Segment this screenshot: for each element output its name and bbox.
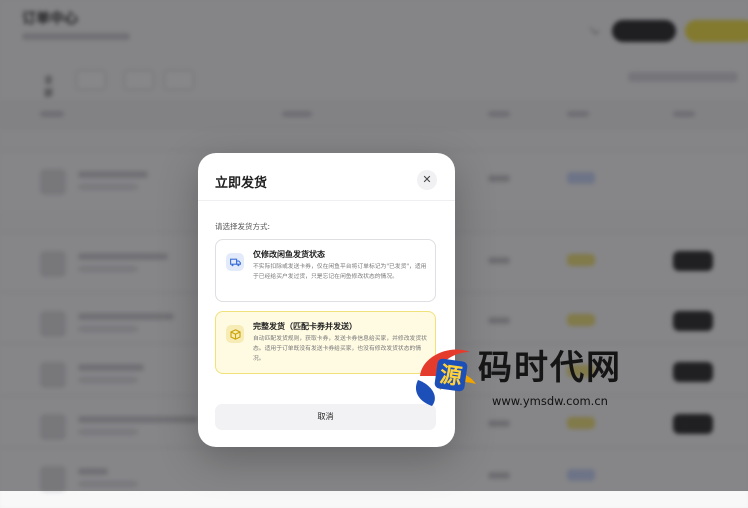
- watermark-text: 码时代网: [478, 348, 622, 388]
- watermark: 源 码时代网 www.ymsdw.com.cn: [410, 338, 660, 418]
- cancel-button[interactable]: 取消: [215, 404, 436, 430]
- svg-text:源: 源: [438, 362, 463, 391]
- close-icon: ✕: [422, 173, 432, 186]
- option-full-shipment[interactable]: 完整发货（匹配卡券并发送） 自动匹配发货规则，获取卡券，发送卡券信息给买家，并修…: [215, 311, 436, 374]
- box-icon: [226, 325, 244, 343]
- divider: [198, 200, 455, 201]
- shipping-method-prompt: 请选择发货方式:: [215, 222, 271, 231]
- dialog-title: 立即发货: [215, 176, 268, 191]
- close-button[interactable]: ✕: [417, 170, 437, 190]
- option-title: 完整发货（匹配卡券并发送）: [253, 322, 357, 331]
- watermark-logo: 源: [415, 349, 476, 406]
- watermark-url: www.ymsdw.com.cn: [492, 394, 608, 408]
- option-title: 仅修改闲鱼发货状态: [253, 250, 325, 259]
- option-description: 自动匹配发货规则，获取卡券，发送卡券信息给买家，并修改发货状态。适用于订单既没有…: [253, 336, 427, 362]
- option-description: 不实际扣除或发送卡券，仅在闲鱼平台将订单标记为"已发货"，适用于已经给买户发过货…: [253, 264, 427, 280]
- truck-icon: [226, 253, 244, 271]
- option-mark-shipped-only[interactable]: 仅修改闲鱼发货状态 不实际扣除或发送卡券，仅在闲鱼平台将订单标记为"已发货"，适…: [215, 239, 436, 302]
